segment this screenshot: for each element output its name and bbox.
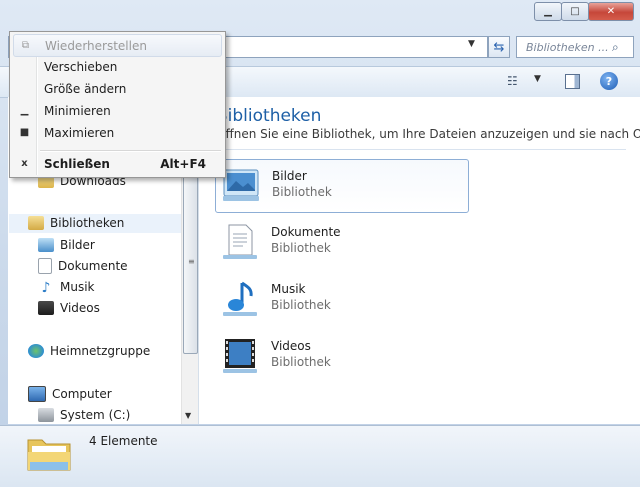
menu-item-maximize[interactable]: ■ Maximieren (13, 122, 222, 143)
nav-item-homegroup[interactable]: Heimnetzgruppe (28, 342, 150, 360)
explorer-window: ▁ □ ✕ ▼ ⇆ Bibliotheken ... ⌕ ☷ ▼ ? Downl… (0, 0, 640, 487)
menu-item-label: Größe ändern (44, 81, 127, 96)
menu-item-minimize[interactable]: ▁ Minimieren (13, 100, 222, 121)
menu-item-restore[interactable]: ⧉ Wiederherstellen (13, 34, 222, 57)
maximize-icon: ■ (19, 127, 30, 138)
view-options-icon[interactable]: ☷ (507, 74, 521, 88)
nav-item-label: Dokumente (58, 259, 128, 273)
drive-icon (38, 408, 54, 422)
page-title: Bibliotheken (216, 106, 322, 126)
videos-library-icon (223, 339, 257, 373)
caption-buttons: ▁ □ ✕ (534, 2, 634, 21)
refresh-button[interactable]: ⇆ (488, 36, 510, 58)
restore-icon: ⧉ (21, 40, 30, 51)
menu-item-label: Minimieren (44, 103, 111, 118)
documents-icon (38, 258, 52, 274)
view-dropdown-chevron-icon[interactable]: ▼ (534, 74, 541, 84)
library-type: Bibliothek (272, 185, 332, 199)
search-icon: ⌕ (612, 39, 619, 54)
library-type: Bibliothek (271, 355, 331, 369)
library-type: Bibliothek (271, 298, 331, 312)
nav-item-label: Musik (60, 280, 95, 294)
nav-item-label: Videos (60, 301, 100, 315)
homegroup-icon (28, 344, 44, 358)
pictures-library-icon (223, 169, 259, 201)
computer-icon (28, 386, 46, 402)
library-name: Musik (271, 282, 306, 296)
system-menu: ⧉ Wiederherstellen Verschieben Größe änd… (9, 31, 226, 178)
item-count: 4 Elemente (89, 434, 158, 448)
music-icon: ♪ (41, 280, 51, 296)
library-item-music[interactable]: Musik Bibliothek (215, 273, 467, 325)
menu-item-close[interactable]: x Schließen Alt+F4 (13, 153, 222, 174)
nav-item-label: Computer (52, 387, 112, 401)
help-icon[interactable]: ? (600, 72, 618, 90)
nav-item-documents[interactable]: Dokumente (38, 257, 128, 275)
nav-item-label: System (C:) (60, 408, 131, 422)
nav-item-label: Bibliotheken (50, 216, 125, 230)
menu-item-move[interactable]: Verschieben (13, 56, 222, 77)
documents-library-icon (223, 224, 257, 259)
library-item-documents[interactable]: Dokumente Bibliothek (215, 216, 467, 268)
maximize-icon: □ (570, 6, 580, 17)
library-item-pictures[interactable]: Bilder Bibliothek (215, 159, 469, 213)
library-item-videos[interactable]: Videos Bibliothek (215, 330, 467, 382)
minimize-icon: ▁ (544, 6, 552, 17)
minimize-window-button[interactable]: ▁ (534, 2, 562, 21)
close-icon: x (21, 158, 28, 169)
library-name: Videos (271, 339, 311, 353)
minimize-icon: ▁ (20, 105, 29, 116)
libraries-icon (28, 216, 44, 230)
content-pane: Bibliotheken Öffnen Sie eine Bibliothek,… (199, 97, 640, 424)
menu-item-label: Schließen (44, 156, 110, 171)
menu-item-shortcut: Alt+F4 (160, 156, 206, 171)
music-library-icon (223, 281, 257, 316)
library-name: Bilder (272, 169, 307, 183)
maximize-window-button[interactable]: □ (561, 2, 589, 21)
nav-item-music[interactable]: ♪ Musik (38, 278, 95, 296)
nav-item-label: Heimnetzgruppe (50, 344, 151, 358)
refresh-icon: ⇆ (493, 39, 505, 55)
nav-item-libraries[interactable]: Bibliotheken (28, 214, 124, 232)
menu-item-resize[interactable]: Größe ändern (13, 78, 222, 99)
videos-icon (38, 301, 54, 315)
grip-icon: ≡ (188, 257, 195, 266)
chevron-down-icon[interactable]: ▼ (468, 39, 475, 49)
nav-item-system-drive[interactable]: System (C:) (38, 406, 130, 424)
divider (216, 149, 626, 150)
libraries-folder-icon (27, 439, 71, 471)
close-window-button[interactable]: ✕ (588, 2, 634, 21)
search-placeholder: Bibliotheken ... (526, 40, 609, 54)
pictures-icon (38, 238, 54, 252)
menu-item-label: Verschieben (44, 59, 118, 74)
nav-item-computer[interactable]: Computer (28, 385, 112, 403)
nav-item-videos[interactable]: Videos (38, 299, 100, 317)
library-type: Bibliothek (271, 241, 331, 255)
menu-item-label: Maximieren (44, 125, 115, 140)
scroll-down-icon[interactable]: ▼ (185, 411, 191, 420)
nav-item-label: Bilder (60, 238, 95, 252)
nav-item-pictures[interactable]: Bilder (38, 236, 95, 254)
menu-item-label: Wiederherstellen (45, 38, 147, 53)
preview-pane-icon[interactable] (565, 74, 580, 89)
details-pane: 4 Elemente (0, 425, 640, 487)
menu-separator (40, 150, 221, 152)
close-icon: ✕ (606, 6, 616, 17)
page-subtitle: Öffnen Sie eine Bibliothek, um Ihre Date… (216, 127, 640, 141)
library-name: Dokumente (271, 225, 341, 239)
search-input[interactable]: Bibliotheken ... ⌕ (516, 36, 634, 58)
